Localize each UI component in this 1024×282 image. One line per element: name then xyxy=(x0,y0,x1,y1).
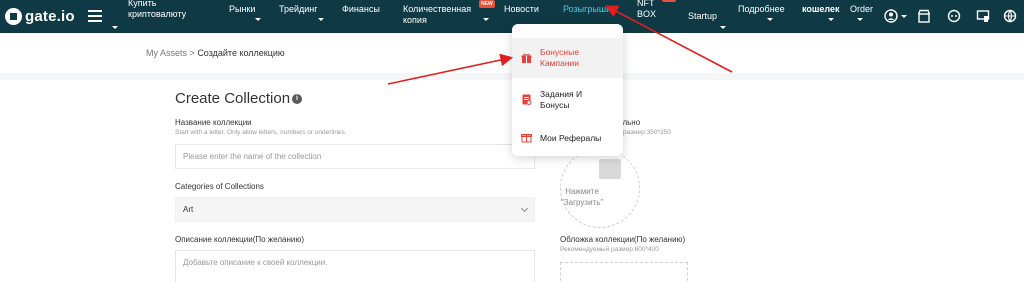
nav-giveaways[interactable]: Розыгрыши xyxy=(563,4,611,15)
menu-item-label: Бонусные Кампании xyxy=(540,47,580,68)
category-selected-value: Art xyxy=(183,205,194,214)
gateio-logo-icon xyxy=(5,7,22,25)
logo-size-hint: размер:350*350 xyxy=(623,129,671,136)
nav-more[interactable]: Подробнее xyxy=(738,4,785,15)
breadcrumb-separator: > xyxy=(189,48,195,58)
category-label: Categories of Collections xyxy=(175,182,264,191)
chevron-down-icon xyxy=(828,18,834,21)
menu-item-my-referrals[interactable]: Мои Рефералы xyxy=(512,120,623,156)
cover-upload-area[interactable] xyxy=(560,262,688,282)
nft-badge xyxy=(662,0,676,2)
nav-quant-copy[interactable]: Количественная копия xyxy=(403,4,471,26)
breadcrumb: My Assets > Создайте коллекцию xyxy=(146,48,285,58)
nav-wallet[interactable]: кошелек xyxy=(802,4,840,15)
collection-name-input[interactable]: Please enter the name of the collection xyxy=(175,144,535,169)
nav-order[interactable]: Order xyxy=(850,4,873,15)
chevron-down-icon xyxy=(767,18,773,21)
nav-finance[interactable]: Финансы xyxy=(342,4,380,15)
menu-item-bonus-campaigns[interactable]: Бонусные Кампании xyxy=(512,38,623,78)
nav-news[interactable]: Новости xyxy=(504,4,539,15)
download-app-icon[interactable] xyxy=(976,9,990,23)
menu-item-label: Задания И Бонусы xyxy=(540,89,583,110)
description-label: Описание коллекции(По желанию) xyxy=(175,235,304,244)
menu-item-tasks-bonuses[interactable]: Задания И Бонусы xyxy=(512,80,623,120)
gateio-logo[interactable]: gate.io xyxy=(5,6,75,26)
nav-nft-box[interactable]: NFT BOX xyxy=(637,0,656,20)
cover-size-hint: Рекомендуемый размер:600*400 xyxy=(560,246,659,253)
chevron-down-icon xyxy=(857,18,863,21)
nav-buy-crypto[interactable]: Купить криптовалюту xyxy=(128,0,186,20)
nav-trading[interactable]: Трейдинг xyxy=(279,4,318,15)
upload-prompt: Нажмите "Загрузить" xyxy=(561,187,604,207)
chevron-down-icon xyxy=(318,18,324,21)
new-badge: NEW xyxy=(479,0,495,8)
user-avatar-icon[interactable] xyxy=(884,9,898,23)
support-headset-icon[interactable] xyxy=(947,9,961,23)
logo-text: gate.io xyxy=(25,7,75,25)
chevron-down-icon xyxy=(483,18,489,21)
breadcrumb-current: Создайте коллекцию xyxy=(197,48,285,58)
info-icon[interactable]: i xyxy=(292,94,302,104)
nav-markets[interactable]: Рынки xyxy=(229,4,255,15)
chevron-down-icon xyxy=(901,15,907,18)
nav-startup[interactable]: Startup xyxy=(688,11,717,22)
menu-item-label: Мои Рефералы xyxy=(540,132,602,143)
image-placeholder-icon xyxy=(599,159,621,179)
shop-icon[interactable] xyxy=(917,9,931,23)
hamburger-menu-icon[interactable] xyxy=(88,10,102,22)
chevron-down-icon xyxy=(720,26,726,29)
chevron-down-icon xyxy=(520,204,529,212)
globe-language-icon[interactable] xyxy=(1003,9,1017,23)
collection-name-hint: Start with a letter. Only allow letters,… xyxy=(175,129,347,136)
cover-label: Обложка коллекции(По желанию) xyxy=(560,235,686,244)
breadcrumb-my-assets[interactable]: My Assets xyxy=(146,48,187,58)
page-title: Create Collection xyxy=(175,90,291,107)
category-select[interactable]: Art xyxy=(175,197,535,222)
giveaways-dropdown-menu: Бонусные Кампании Задания И Бонусы Мои Р… xyxy=(512,24,623,156)
chevron-down-icon xyxy=(255,18,261,21)
collection-name-label: Название коллекции xyxy=(175,118,252,127)
description-textarea[interactable]: Добавьте описание к своей коллекции. xyxy=(175,250,535,282)
referral-gift-icon xyxy=(521,134,532,143)
task-list-icon xyxy=(522,94,532,105)
gift-icon xyxy=(521,53,532,63)
chevron-down-icon xyxy=(112,26,118,29)
